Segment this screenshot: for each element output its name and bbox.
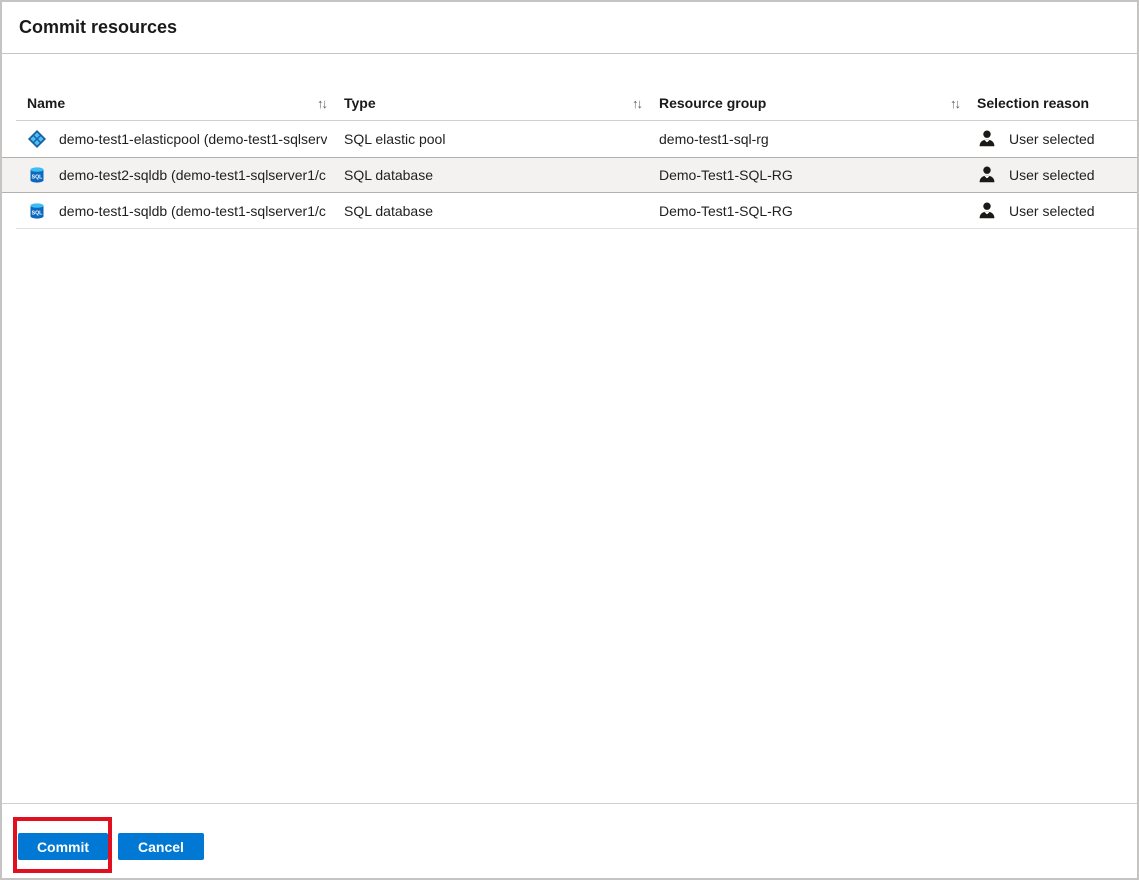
- selection-reason: User selected: [1009, 203, 1095, 219]
- resource-name: demo-test1-elasticpool (demo-test1-sqlse…: [59, 131, 327, 147]
- sql-elastic-pool-icon: [27, 129, 47, 149]
- column-label: Selection reason: [977, 95, 1089, 111]
- svg-text:SQL: SQL: [32, 174, 43, 180]
- table-row[interactable]: SQL demo-test1-sqldb (demo-test1-sqlserv…: [2, 193, 1137, 229]
- resource-name: demo-test1-sqldb (demo-test1-sqlserver1/…: [59, 203, 326, 219]
- column-label: Type: [344, 95, 376, 111]
- selection-reason: User selected: [1009, 131, 1095, 147]
- table-header-row: Name ↑↓ Type ↑↓ Resource group ↑↓ Select…: [2, 85, 1137, 121]
- resource-group: Demo-Test1-SQL-RG: [659, 167, 977, 183]
- sql-database-icon: SQL: [27, 165, 47, 185]
- dialog-title-bar: Commit resources: [2, 2, 1137, 54]
- selection-reason: User selected: [1009, 167, 1095, 183]
- resource-type: SQL database: [344, 167, 659, 183]
- page-title: Commit resources: [19, 17, 177, 38]
- cancel-button[interactable]: Cancel: [118, 833, 204, 860]
- column-header-name[interactable]: Name ↑↓: [27, 95, 344, 111]
- commit-resources-dialog: Commit resources Name ↑↓ Type ↑↓ Resourc…: [0, 0, 1139, 880]
- user-icon: [977, 201, 997, 221]
- sort-icon[interactable]: ↑↓: [317, 96, 326, 111]
- column-header-resource-group[interactable]: Resource group ↑↓: [659, 95, 977, 111]
- column-label: Resource group: [659, 95, 766, 111]
- commit-button[interactable]: Commit: [18, 833, 108, 860]
- sql-database-icon: SQL: [27, 201, 47, 221]
- resource-table-body: demo-test1-elasticpool (demo-test1-sqlse…: [2, 121, 1137, 229]
- sort-icon[interactable]: ↑↓: [632, 96, 641, 111]
- resource-group: Demo-Test1-SQL-RG: [659, 203, 977, 219]
- column-label: Name: [27, 95, 65, 111]
- resource-type: SQL database: [344, 203, 659, 219]
- resource-name: demo-test2-sqldb (demo-test1-sqlserver1/…: [59, 167, 326, 183]
- table-row[interactable]: demo-test1-elasticpool (demo-test1-sqlse…: [2, 121, 1137, 157]
- svg-text:SQL: SQL: [32, 210, 43, 216]
- dialog-footer: Commit Cancel: [2, 803, 1137, 878]
- column-header-selection-reason: Selection reason: [977, 95, 1137, 111]
- user-icon: [977, 129, 997, 149]
- user-icon: [977, 165, 997, 185]
- table-row[interactable]: SQL demo-test2-sqldb (demo-test1-sqlserv…: [2, 157, 1137, 193]
- resource-group: demo-test1-sql-rg: [659, 131, 977, 147]
- resource-type: SQL elastic pool: [344, 131, 659, 147]
- sort-icon[interactable]: ↑↓: [950, 96, 959, 111]
- column-header-type[interactable]: Type ↑↓: [344, 95, 659, 111]
